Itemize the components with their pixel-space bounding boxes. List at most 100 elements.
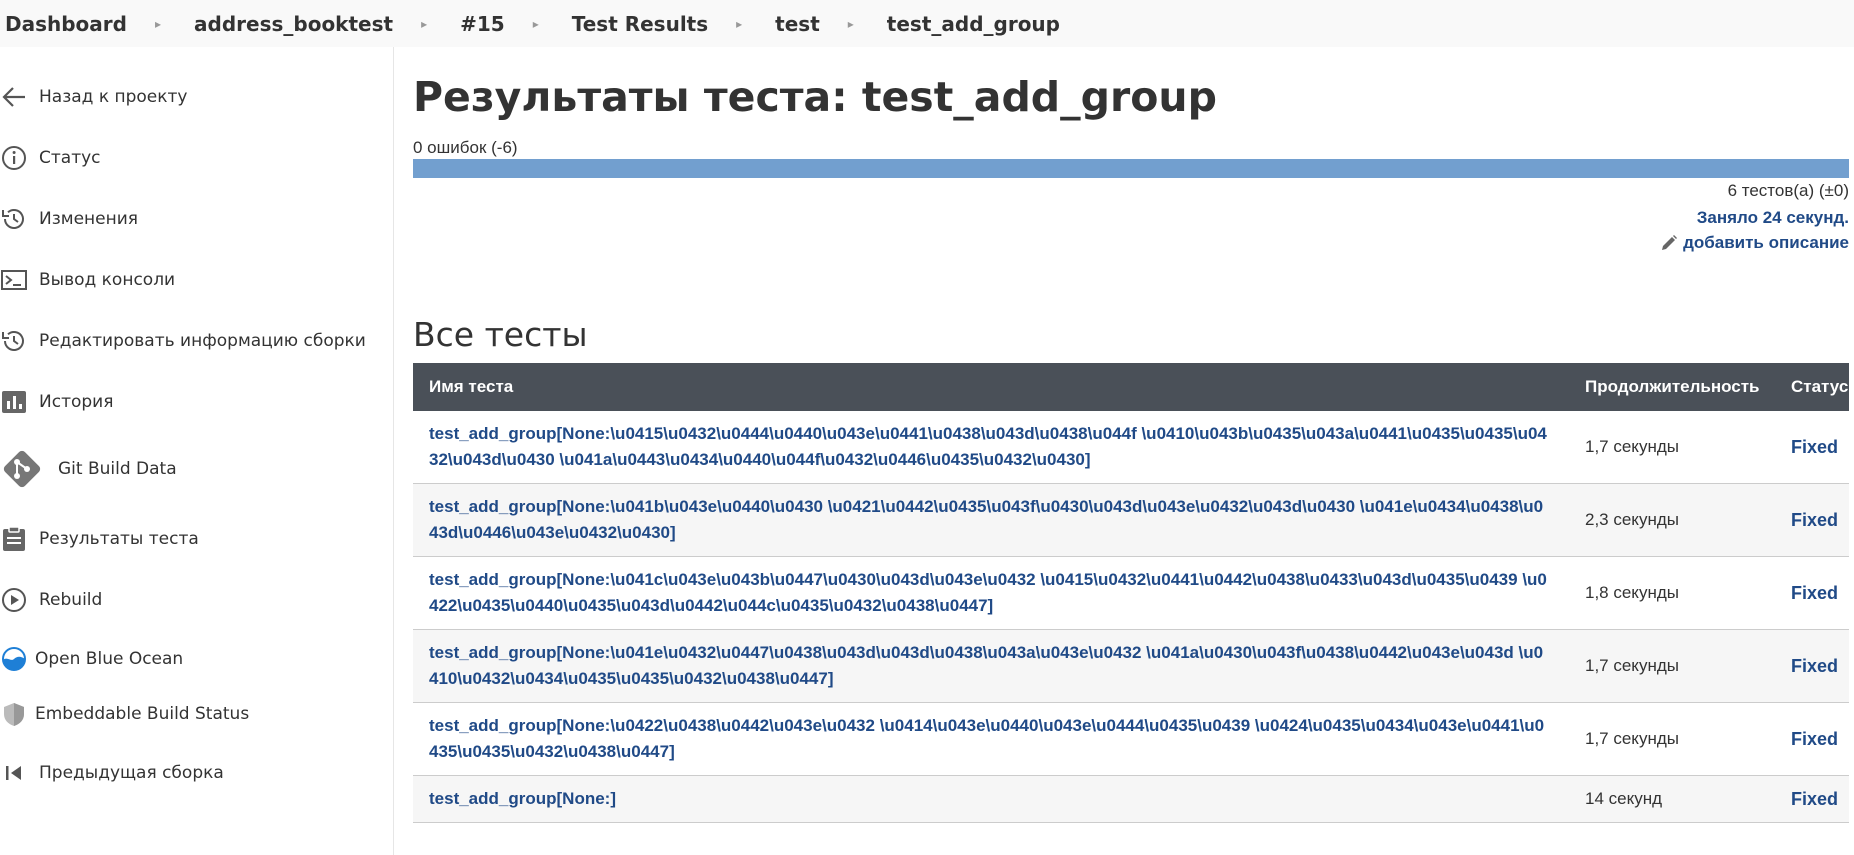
table-row: test_add_group[None:\u041c\u043e\u043b\u… <box>413 557 1849 630</box>
sidebar-item-changes[interactable]: Изменения <box>0 205 138 233</box>
test-result-bar <box>413 159 1849 178</box>
test-name-cell: test_add_group[None:\u041c\u043e\u043b\u… <box>413 557 1569 630</box>
test-status-cell: Fixed <box>1775 484 1849 557</box>
sidebar-item-previous-build[interactable]: Предыдущая сборка <box>0 759 224 787</box>
breadcrumb: Dashboard ▸ address_booktest ▸ #15 ▸ Tes… <box>0 0 1854 47</box>
test-name-cell: test_add_group[None:\u0422\u0438\u0442\u… <box>413 703 1569 776</box>
section-title: Все тесты <box>413 315 588 354</box>
column-header-name[interactable]: Имя теста <box>413 363 1569 411</box>
sidebar-item-blue-ocean[interactable]: Open Blue Ocean <box>0 645 183 673</box>
chevron-right-icon: ▸ <box>532 16 539 31</box>
test-status-link[interactable]: Fixed <box>1791 789 1838 809</box>
breadcrumb-dashboard[interactable]: Dashboard <box>0 12 127 36</box>
sidebar-item-label: Вывод консоли <box>39 270 176 290</box>
table-row: test_add_group[None:\u0415\u0432\u0444\u… <box>413 411 1849 484</box>
test-pass-fill <box>413 159 1849 178</box>
test-status-link[interactable]: Fixed <box>1791 729 1838 749</box>
breadcrumb-class[interactable]: test_add_group <box>882 12 1060 36</box>
clipboard-icon <box>0 525 28 553</box>
test-status-link[interactable]: Fixed <box>1791 510 1838 530</box>
chevron-right-icon: ▸ <box>736 16 743 31</box>
test-status-cell: Fixed <box>1775 776 1849 823</box>
tests-count: 6 тестов(а) (±0) <box>1727 181 1849 200</box>
column-header-duration[interactable]: Продолжительность <box>1569 363 1775 411</box>
test-status-link[interactable]: Fixed <box>1791 583 1838 603</box>
test-name-link[interactable]: test_add_group[None:\u041c\u043e\u043b\u… <box>429 570 1547 615</box>
tests-table: Имя теста Продолжительность Статус test_… <box>413 363 1849 823</box>
test-name-cell: test_add_group[None:] <box>413 776 1569 823</box>
sidebar-item-embeddable-build-status[interactable]: Embeddable Build Status <box>0 700 249 728</box>
sidebar-item-label: Изменения <box>39 209 139 229</box>
sidebar-item-label: Результаты теста <box>39 529 199 549</box>
breadcrumb-build[interactable]: #15 <box>455 12 505 36</box>
sidebar-item-label: Назад к проекту <box>39 87 188 107</box>
sidebar-item-label: Open Blue Ocean <box>35 649 184 669</box>
chevron-right-icon: ▸ <box>154 16 162 31</box>
sidebar-item-test-results[interactable]: Результаты теста <box>0 525 199 553</box>
test-status-cell: Fixed <box>1775 557 1849 630</box>
test-name-link[interactable]: test_add_group[None:\u0422\u0438\u0442\u… <box>429 716 1544 761</box>
sidebar-item-status[interactable]: Статус <box>0 144 101 172</box>
test-status-link[interactable]: Fixed <box>1791 656 1838 676</box>
info-icon <box>0 144 28 172</box>
add-description-label: добавить описание <box>1683 233 1849 252</box>
test-name-link[interactable]: test_add_group[None:\u041b\u043e\u0440\u… <box>429 497 1543 542</box>
chevron-right-icon: ▸ <box>421 16 428 31</box>
sidebar-item-edit-build-info[interactable]: Редактировать информацию сборки <box>0 327 366 355</box>
column-header-status[interactable]: Статус <box>1775 363 1849 411</box>
add-description-link[interactable]: добавить описание <box>1659 233 1849 253</box>
breadcrumb-package[interactable]: test <box>770 12 820 36</box>
test-duration: 1,7 секунды <box>1585 729 1679 748</box>
sidebar-item-label: Embeddable Build Status <box>35 704 250 724</box>
test-status-cell: Fixed <box>1775 703 1849 776</box>
history-icon <box>0 205 28 233</box>
page-title: Результаты теста: test_add_group <box>413 73 1217 121</box>
test-status-cell: Fixed <box>1775 630 1849 703</box>
blue-ocean-icon <box>0 645 28 673</box>
shield-icon <box>0 700 28 728</box>
sidebar-item-git-build-data[interactable]: Git Build Data <box>0 447 177 491</box>
duration-text: Заняло 24 секунд. <box>1696 208 1849 227</box>
pencil-icon <box>1662 235 1678 250</box>
sidebar-item-label: Статус <box>39 148 101 168</box>
sidebar-item-label: Предыдущая сборка <box>39 763 224 783</box>
sidebar-item-history[interactable]: История <box>0 388 113 416</box>
arrow-left-icon <box>0 83 28 111</box>
test-name-link[interactable]: test_add_group[None:\u041e\u0432\u0447\u… <box>429 643 1543 688</box>
sidebar-item-back-to-project[interactable]: Назад к проекту <box>0 83 187 111</box>
sidebar: Назад к проекту Статус Изменения Вывод к… <box>0 47 394 855</box>
sidebar-item-rebuild[interactable]: Rebuild <box>0 586 102 614</box>
test-status-cell: Fixed <box>1775 411 1849 484</box>
sidebar-item-label: Редактировать информацию сборки <box>39 331 366 351</box>
test-duration: 14 секунд <box>1585 789 1663 808</box>
chevron-right-icon: ▸ <box>847 16 854 31</box>
sidebar-item-label: Rebuild <box>39 590 103 610</box>
table-row: test_add_group[None:] 14 секунд Fixed <box>413 775 1849 823</box>
sidebar-item-console-output[interactable]: Вывод консоли <box>0 266 175 294</box>
test-status-link[interactable]: Fixed <box>1791 437 1838 457</box>
test-duration: 1,7 секунды <box>1585 437 1679 456</box>
skip-back-icon <box>0 759 28 787</box>
test-name-link[interactable]: test_add_group[None:] <box>429 789 616 808</box>
table-header-row: Имя теста Продолжительность Статус <box>413 363 1849 411</box>
breadcrumb-test-results[interactable]: Test Results <box>567 12 708 36</box>
table-row: test_add_group[None:\u041e\u0432\u0447\u… <box>413 629 1849 703</box>
sidebar-item-label: Git Build Data <box>58 459 177 479</box>
sidebar-item-label: История <box>39 392 114 412</box>
table-row: test_add_group[None:\u0422\u0438\u0442\u… <box>413 703 1849 776</box>
test-name-cell: test_add_group[None:\u0415\u0432\u0444\u… <box>413 411 1569 484</box>
git-icon <box>0 447 44 491</box>
breadcrumb-project[interactable]: address_booktest <box>189 12 393 36</box>
history-icon <box>0 327 28 355</box>
test-name-link[interactable]: test_add_group[None:\u0415\u0432\u0444\u… <box>429 424 1547 469</box>
test-duration: 1,7 секунды <box>1585 656 1679 675</box>
failures-summary: 0 ошибок (-6) <box>413 138 518 157</box>
bar-chart-icon <box>0 388 28 416</box>
terminal-icon <box>0 266 28 294</box>
test-duration: 2,3 секунды <box>1585 510 1679 529</box>
test-name-cell: test_add_group[None:\u041b\u043e\u0440\u… <box>413 484 1569 557</box>
test-name-cell: test_add_group[None:\u041e\u0432\u0447\u… <box>413 630 1569 703</box>
test-duration: 1,8 секунды <box>1585 583 1679 602</box>
play-circle-icon <box>0 586 28 614</box>
table-row: test_add_group[None:\u041b\u043e\u0440\u… <box>413 483 1849 557</box>
